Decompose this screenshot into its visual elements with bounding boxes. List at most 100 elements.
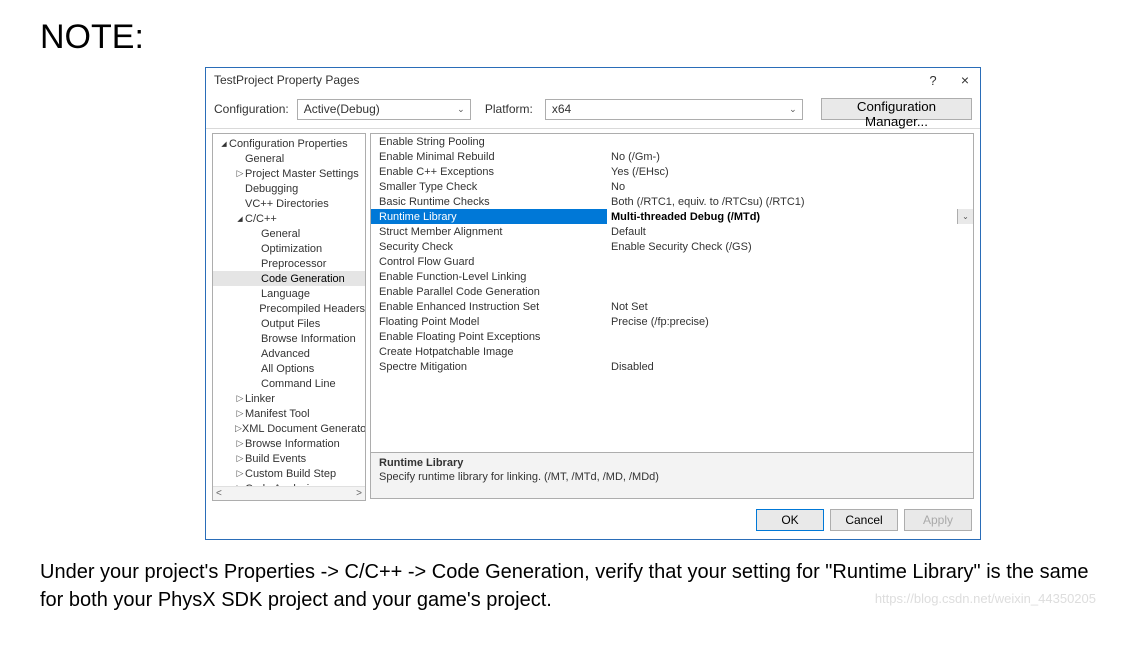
tree-item[interactable]: Preprocessor	[213, 256, 365, 271]
configuration-dropdown[interactable]: Active(Debug) ⌄	[297, 99, 471, 120]
property-row[interactable]: Enable C++ ExceptionsYes (/EHsc)	[371, 164, 973, 179]
description-body: Specify runtime library for linking. (/M…	[379, 471, 965, 483]
property-name: Runtime Library	[371, 211, 607, 223]
property-value[interactable]: Both (/RTC1, equiv. to /RTCsu) (/RTC1)	[607, 196, 973, 208]
tree-item-label: Project Master Settings	[245, 168, 359, 180]
tree-item[interactable]: ▷Browse Information	[213, 436, 365, 451]
tree-item[interactable]: Command Line	[213, 376, 365, 391]
dialog-button-row: OK Cancel Apply	[206, 501, 980, 539]
tree-item[interactable]: Language	[213, 286, 365, 301]
configuration-label: Configuration:	[214, 102, 289, 116]
tree-item-label: Browse Information	[245, 438, 340, 450]
cancel-button[interactable]: Cancel	[830, 509, 898, 531]
property-row[interactable]: Enable Enhanced Instruction SetNot Set	[371, 299, 973, 314]
help-icon[interactable]: ?	[924, 73, 942, 88]
property-row[interactable]: Enable String Pooling	[371, 134, 973, 149]
tree-item[interactable]: General	[213, 151, 365, 166]
tree-item-label: Precompiled Headers	[259, 303, 365, 315]
tree-arrow-closed-icon[interactable]: ▷	[235, 423, 242, 434]
property-row[interactable]: Enable Minimal RebuildNo (/Gm-)	[371, 149, 973, 164]
tree-arrow-closed-icon[interactable]: ▷	[235, 453, 245, 464]
tree-item-label: Build Events	[245, 453, 306, 465]
property-name: Basic Runtime Checks	[371, 196, 607, 208]
tree-item-label: C/C++	[245, 213, 277, 225]
tree-item[interactable]: ◢C/C++	[213, 211, 365, 226]
scroll-right-icon[interactable]: >	[353, 488, 365, 499]
tree-item-label: General	[261, 228, 300, 240]
property-row[interactable]: Enable Floating Point Exceptions	[371, 329, 973, 344]
property-value[interactable]: No (/Gm-)	[607, 151, 973, 163]
tree-item[interactable]: VC++ Directories	[213, 196, 365, 211]
tree-item[interactable]: ◢Configuration Properties	[213, 136, 365, 151]
property-value[interactable]: Default	[607, 226, 973, 238]
tree-item[interactable]: ▷Build Events	[213, 451, 365, 466]
chevron-down-icon[interactable]: ⌄	[957, 209, 973, 224]
configuration-value: Active(Debug)	[304, 102, 380, 116]
property-name: Security Check	[371, 241, 607, 253]
property-row[interactable]: Smaller Type CheckNo	[371, 179, 973, 194]
tree-item[interactable]: Debugging	[213, 181, 365, 196]
tree-arrow-closed-icon[interactable]: ▷	[235, 408, 245, 419]
property-name: Smaller Type Check	[371, 181, 607, 193]
property-name: Floating Point Model	[371, 316, 607, 328]
tree-scrollbar[interactable]: < >	[213, 486, 365, 500]
tree-arrow-closed-icon[interactable]: ▷	[235, 393, 245, 404]
property-row[interactable]: Enable Parallel Code Generation	[371, 284, 973, 299]
configuration-bar: Configuration: Active(Debug) ⌄ Platform:…	[206, 92, 980, 129]
property-name: Struct Member Alignment	[371, 226, 607, 238]
tree-arrow-closed-icon[interactable]: ▷	[235, 168, 245, 179]
tree-item[interactable]: Output Files	[213, 316, 365, 331]
property-value[interactable]: Precise (/fp:precise)	[607, 316, 973, 328]
tree-item[interactable]: ▷Project Master Settings	[213, 166, 365, 181]
tree-item[interactable]: Precompiled Headers	[213, 301, 365, 316]
tree-arrow-closed-icon[interactable]: ▷	[235, 468, 245, 479]
property-row[interactable]: Runtime LibraryMulti-threaded Debug (/MT…	[371, 209, 973, 224]
property-row[interactable]: Floating Point ModelPrecise (/fp:precise…	[371, 314, 973, 329]
titlebar: TestProject Property Pages ? ×	[206, 68, 980, 92]
ok-button[interactable]: OK	[756, 509, 824, 531]
property-value[interactable]: Yes (/EHsc)	[607, 166, 973, 178]
property-row[interactable]: Enable Function-Level Linking	[371, 269, 973, 284]
tree-item[interactable]: ▷Custom Build Step	[213, 466, 365, 481]
scroll-left-icon[interactable]: <	[213, 488, 225, 499]
tree-item[interactable]: General	[213, 226, 365, 241]
property-name: Enable C++ Exceptions	[371, 166, 607, 178]
property-row[interactable]: Struct Member AlignmentDefault	[371, 224, 973, 239]
description-title: Runtime Library	[379, 457, 965, 469]
tree-item[interactable]: ▷Manifest Tool	[213, 406, 365, 421]
property-row[interactable]: Create Hotpatchable Image	[371, 344, 973, 359]
property-row[interactable]: Control Flow Guard	[371, 254, 973, 269]
note-heading: NOTE:	[40, 18, 1136, 57]
tree-item[interactable]: ▷XML Document Generator	[213, 421, 365, 436]
apply-button[interactable]: Apply	[904, 509, 972, 531]
property-row[interactable]: Spectre MitigationDisabled	[371, 359, 973, 374]
property-row[interactable]: Security CheckEnable Security Check (/GS…	[371, 239, 973, 254]
property-value[interactable]: Not Set	[607, 301, 973, 313]
platform-dropdown[interactable]: x64 ⌄	[545, 99, 803, 120]
property-name: Create Hotpatchable Image	[371, 346, 607, 358]
tree-item[interactable]: Code Generation	[213, 271, 365, 286]
tree-item-label: Language	[261, 288, 310, 300]
property-value[interactable]: Enable Security Check (/GS)	[607, 241, 973, 253]
configuration-manager-button[interactable]: Configuration Manager...	[821, 98, 972, 120]
description-box: Runtime Library Specify runtime library …	[370, 453, 974, 499]
close-icon[interactable]: ×	[956, 72, 974, 88]
tree-item[interactable]: ▷Linker	[213, 391, 365, 406]
tree-item[interactable]: Advanced	[213, 346, 365, 361]
tree-item-label: Code Generation	[261, 273, 345, 285]
tree-item[interactable]: All Options	[213, 361, 365, 376]
tree-item-label: Browse Information	[261, 333, 356, 345]
property-value[interactable]: Disabled	[607, 361, 973, 373]
tree-item-label: Debugging	[245, 183, 298, 195]
tree-item[interactable]: Optimization	[213, 241, 365, 256]
property-row[interactable]: Basic Runtime ChecksBoth (/RTC1, equiv. …	[371, 194, 973, 209]
property-value[interactable]: Multi-threaded Debug (/MTd)⌄	[607, 209, 973, 224]
chevron-down-icon: ⌄	[786, 104, 800, 115]
tree-arrow-closed-icon[interactable]: ▷	[235, 438, 245, 449]
tree-item[interactable]: Browse Information	[213, 331, 365, 346]
tree-arrow-open-icon[interactable]: ◢	[235, 215, 245, 223]
property-value[interactable]: No	[607, 181, 973, 193]
property-grid: Enable String PoolingEnable Minimal Rebu…	[370, 133, 974, 453]
tree-item-label: Manifest Tool	[245, 408, 310, 420]
tree-arrow-open-icon[interactable]: ◢	[219, 140, 229, 148]
